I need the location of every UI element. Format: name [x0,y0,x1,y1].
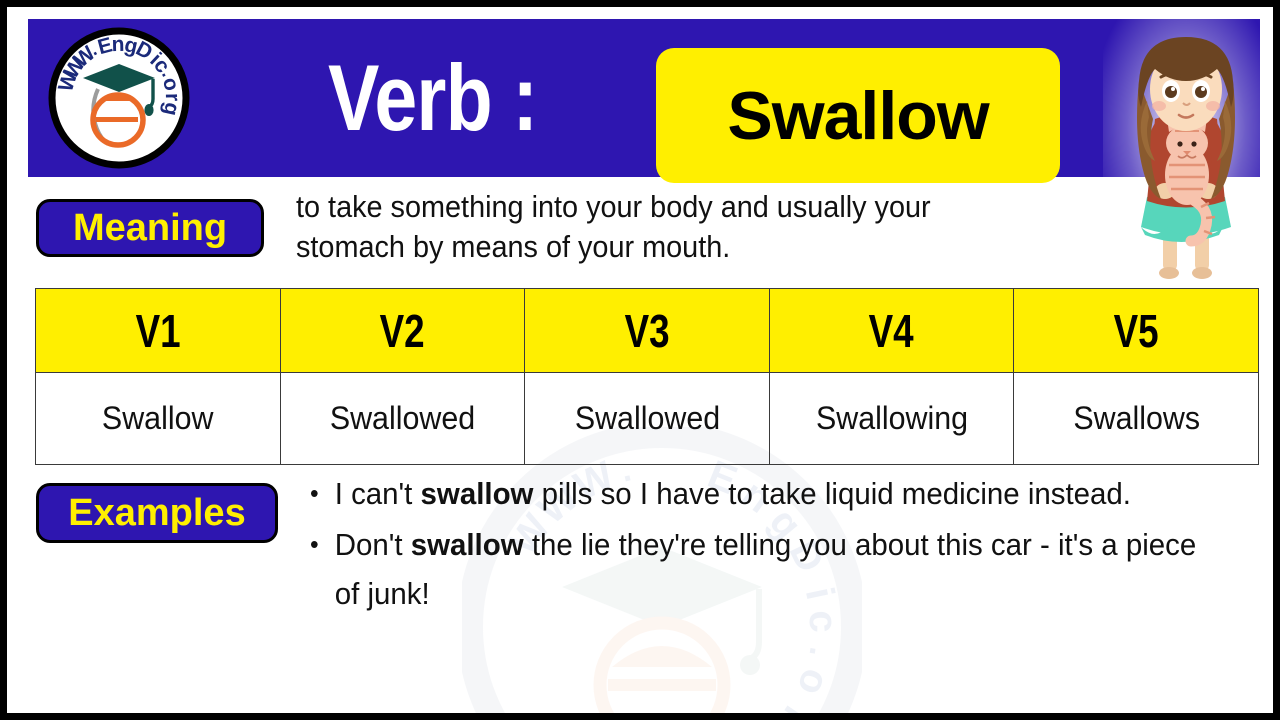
example-keyword: swallow [410,527,524,562]
table-header-v3: V3 [524,288,770,373]
table-header-v5: V5 [1013,288,1259,373]
meaning-row: Meaning to take something into your body… [28,189,1260,281]
table-header-v2: V2 [279,288,526,373]
table-header-v1: V1 [35,288,281,373]
example-text-before: I can't [334,476,421,511]
verb-form-v5: Swallows [1013,372,1259,465]
girl-holding-cat-illustration [1103,15,1269,283]
part-of-speech-label: Verb : [328,45,538,150]
verb-form-v1: Swallow [35,372,281,465]
svg-text:r: r [161,93,184,102]
verb-form-v2: Swallowed [279,372,526,465]
header-banner: W W W . E n g D i c . o r g Verb: Swall… [28,19,1260,183]
meaning-label: Meaning [36,199,264,257]
examples-list: I can't swallow pills so I have to take … [310,469,1270,620]
verb-form-v3: Swallowed [524,372,770,465]
examples-label: Examples [36,483,278,543]
example-text-after: pills so I have to take liquid medicine … [533,476,1131,511]
meaning-text: to take something into your body and usu… [296,189,931,264]
verb-forms-table: V1 V2 V3 V4 V5 Swallow Swallowed Swallow… [35,288,1259,465]
examples-row: Examples I can't swallow pills so I have… [28,469,1260,703]
verb-form-v4: Swallowing [768,372,1015,465]
table-header-row: V1 V2 V3 V4 V5 [35,288,1259,373]
infographic-page: W W W . E n g D i c . o r g [7,7,1273,713]
word-text: Swallow [727,77,989,154]
word-badge: Swallow [656,48,1060,183]
engdic-logo[interactable]: W W W . E n g D i c . o r g [48,27,190,169]
table-row: Swallow Swallowed Swallowed Swallowing S… [35,372,1259,465]
example-keyword: swallow [420,476,534,511]
example-text-before: Don't [334,527,411,562]
table-header-v4: V4 [768,288,1015,373]
list-item: Don't swallow the lie they're telling yo… [310,520,1222,618]
list-item: I can't swallow pills so I have to take … [310,469,1222,518]
